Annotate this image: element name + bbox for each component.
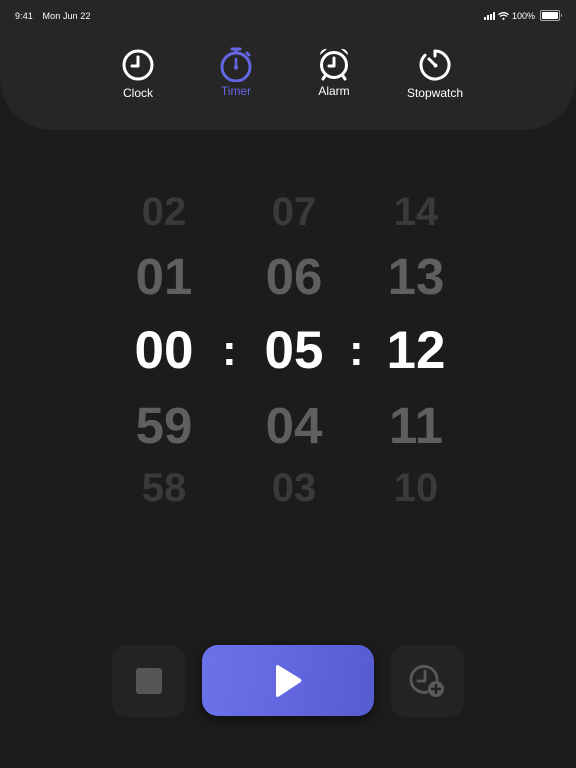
- stop-button[interactable]: [112, 645, 185, 717]
- tab-clock-label: Clock: [122, 86, 153, 100]
- alarm-clock-icon: [319, 48, 349, 81]
- tab-alarm-label: Alarm: [318, 84, 350, 98]
- hours-selected[interactable]: 00: [104, 320, 224, 381]
- tab-timer-label: Timer: [220, 84, 252, 98]
- wifi-icon: [498, 11, 509, 20]
- tab-stopwatch-label: Stopwatch: [406, 86, 464, 100]
- play-button[interactable]: [202, 645, 374, 716]
- minutes-selected[interactable]: 05: [234, 320, 354, 381]
- hours-value[interactable]: 01: [104, 247, 224, 306]
- stopwatch-dial-icon: [419, 49, 451, 81]
- cellular-signal-icon: [483, 11, 495, 20]
- add-time-button[interactable]: [391, 645, 464, 717]
- hours-value[interactable]: 02: [104, 190, 224, 235]
- tab-stopwatch[interactable]: Stopwatch: [390, 48, 480, 100]
- clock-plus-icon: [409, 664, 444, 697]
- battery-icon: [540, 10, 562, 21]
- minutes-value[interactable]: 03: [234, 466, 354, 511]
- tab-clock[interactable]: Clock: [93, 48, 183, 100]
- stop-icon: [135, 668, 162, 694]
- tab-timer[interactable]: Timer: [191, 46, 281, 98]
- seconds-selected[interactable]: 12: [356, 320, 476, 381]
- hours-value[interactable]: 58: [104, 466, 224, 511]
- tab-alarm[interactable]: Alarm: [289, 46, 379, 98]
- seconds-value[interactable]: 10: [356, 466, 476, 511]
- hours-value[interactable]: 59: [104, 396, 224, 455]
- minutes-value[interactable]: 07: [234, 190, 354, 235]
- seconds-value[interactable]: 11: [356, 396, 476, 455]
- minutes-value[interactable]: 04: [234, 396, 354, 455]
- seconds-value[interactable]: 13: [356, 247, 476, 306]
- minutes-value[interactable]: 06: [234, 247, 354, 306]
- clock-icon: [122, 49, 154, 81]
- seconds-value[interactable]: 14: [356, 190, 476, 235]
- status-date: Mon Jun 22: [42, 11, 91, 21]
- stopwatch-timer-icon: [220, 47, 252, 82]
- status-time: 9:41: [15, 11, 33, 21]
- status-bar: 9:41 Mon Jun 22 100%: [0, 0, 576, 30]
- battery-percent: 100%: [511, 10, 535, 21]
- play-icon: [276, 664, 302, 697]
